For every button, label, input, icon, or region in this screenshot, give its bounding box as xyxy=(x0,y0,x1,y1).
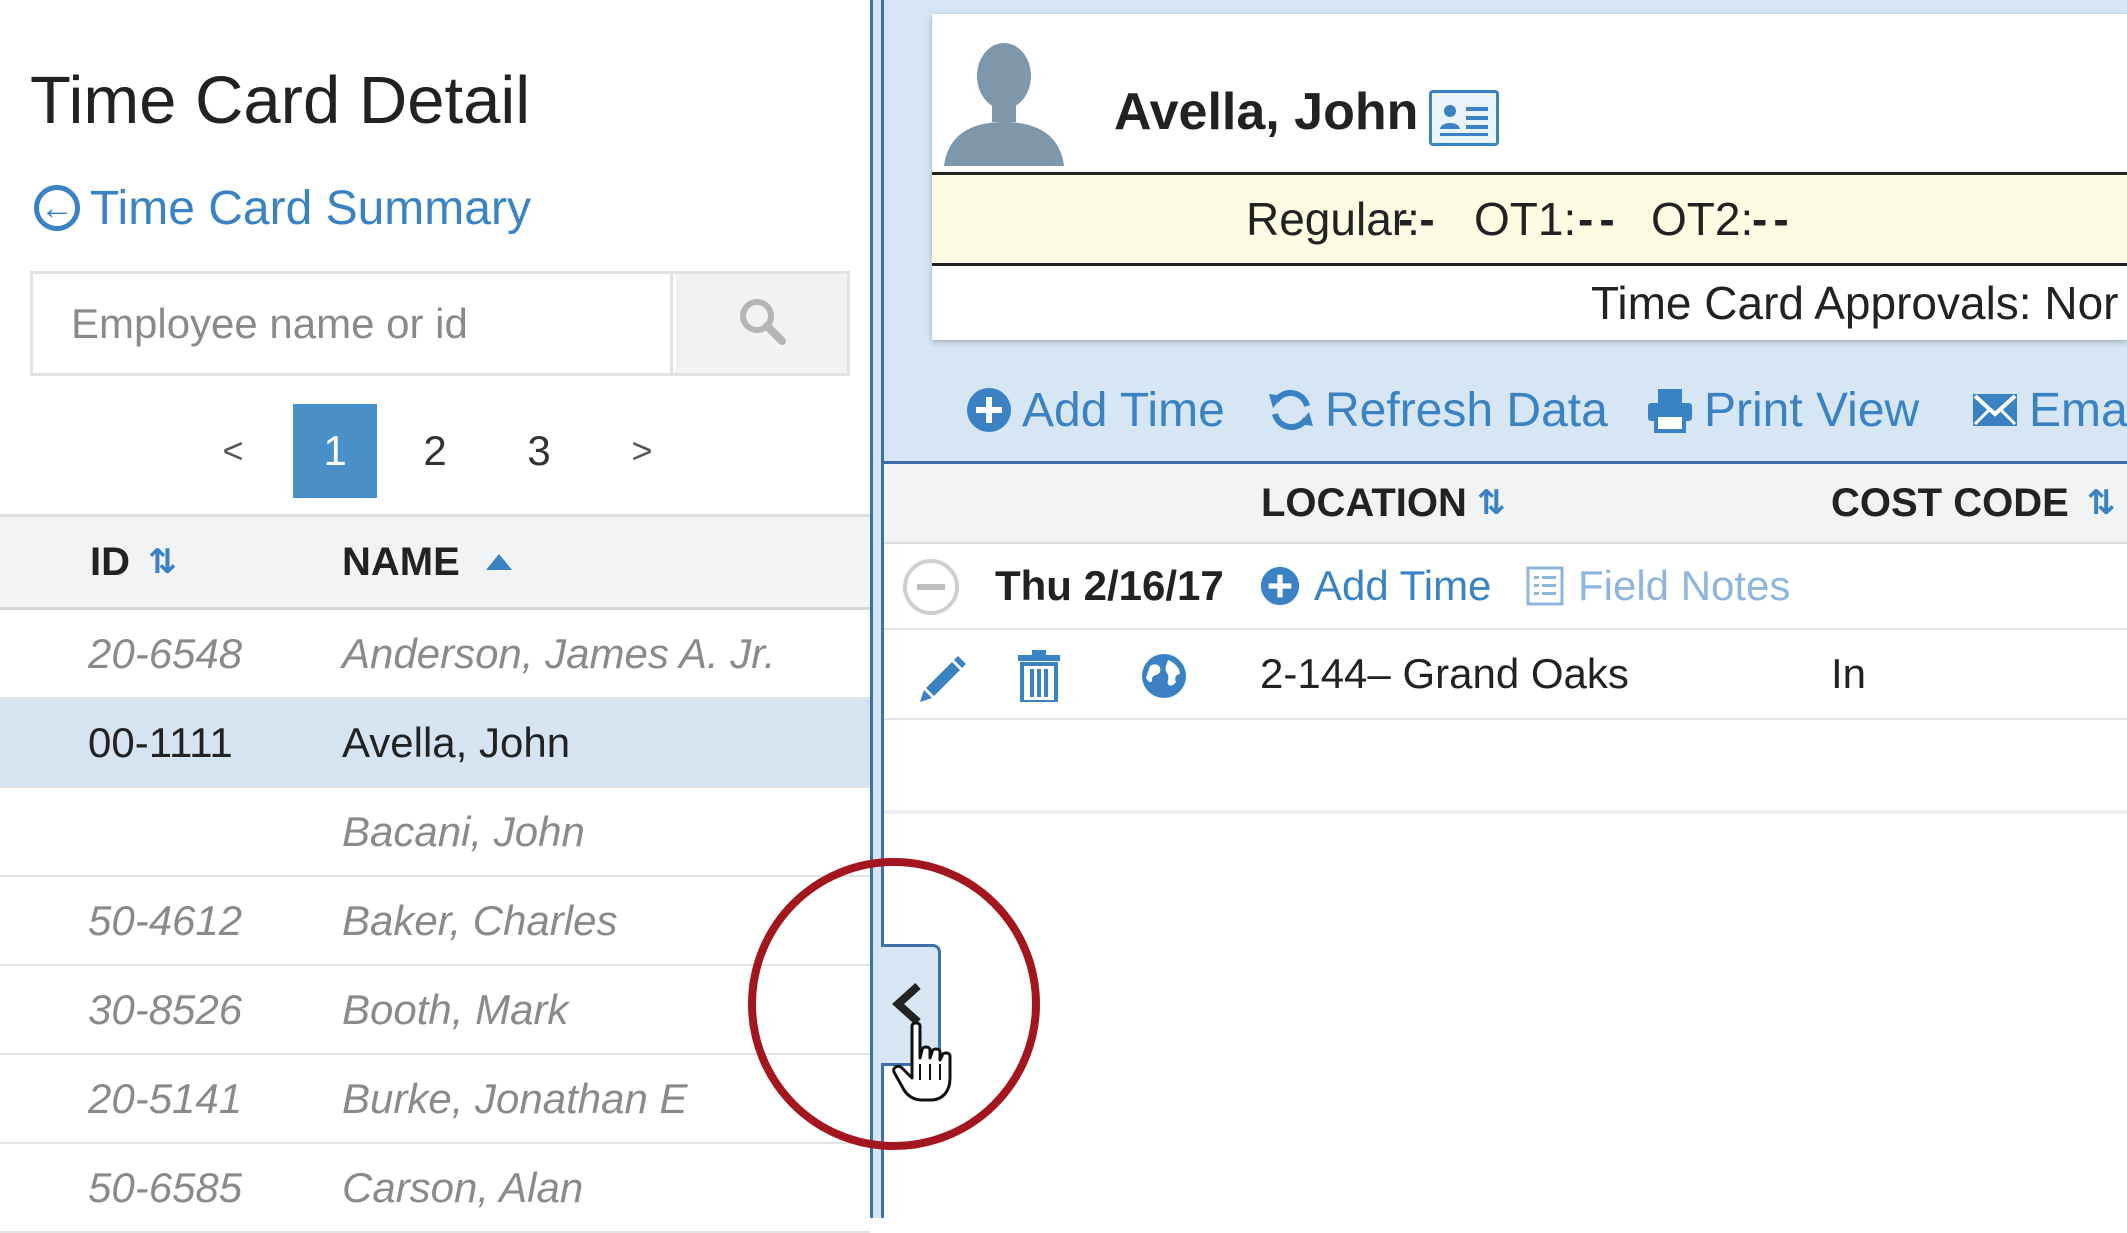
row-id: 50-4612 xyxy=(88,896,243,944)
ot1-value: -- xyxy=(1578,193,1621,245)
location-header-label: LOCATION xyxy=(1261,480,1467,525)
id-card-icon[interactable] xyxy=(1429,90,1499,146)
globe-icon[interactable] xyxy=(1140,652,1188,705)
print-view-label: Print View xyxy=(1704,383,1920,437)
day-group-row: Thu 2/16/17 Add Time Field Notes xyxy=(884,544,2127,630)
page-prev-button[interactable]: < xyxy=(191,404,275,498)
plus-circle-icon xyxy=(966,387,1012,433)
ot2-value: -- xyxy=(1752,193,1795,245)
empty-row xyxy=(884,720,2127,814)
name-column-header[interactable]: NAME xyxy=(342,517,514,607)
cost-code-column-header[interactable]: COST CODE ⇅ xyxy=(1831,464,2115,542)
collapse-icon[interactable] xyxy=(902,558,960,621)
search-icon xyxy=(736,295,788,352)
time-card-summary-link[interactable]: ← Time Card Summary xyxy=(34,178,531,238)
avatar-icon xyxy=(942,34,1067,166)
refresh-icon xyxy=(1267,386,1315,434)
employee-name: Avella, John xyxy=(1114,83,1419,141)
email-button[interactable]: Emai xyxy=(1971,370,2127,450)
table-row[interactable]: 50-6585 Carson, Alan xyxy=(0,1144,870,1233)
ot1-label: OT1: xyxy=(1474,193,1577,245)
time-card-toolbar: Add Time Refresh Data Print View Ema xyxy=(884,370,2127,450)
trash-icon[interactable] xyxy=(1016,650,1062,707)
row-name: Burke, Jonathan E xyxy=(342,1074,688,1122)
back-circle-icon: ← xyxy=(34,185,80,231)
cost-code-header-label: COST CODE xyxy=(1831,480,2069,525)
name-header-label: NAME xyxy=(342,539,460,584)
field-notes-button[interactable]: Field Notes xyxy=(1526,544,1790,628)
notes-icon xyxy=(1526,566,1564,606)
hours-summary-bar: Regular: -- OT1: -- OT2: -- xyxy=(932,172,2127,266)
search-button[interactable] xyxy=(676,274,847,373)
sort-icon: ⇅ xyxy=(148,543,177,581)
employee-table-body: 20-6548 Anderson, James A. Jr. 00-1111 A… xyxy=(0,610,870,1233)
regular-label: Regular: xyxy=(1246,193,1420,245)
add-time-button[interactable]: Add Time xyxy=(966,370,1225,450)
id-header-label: ID xyxy=(90,539,130,584)
add-time-label: Add Time xyxy=(1022,383,1225,437)
day-date: Thu 2/16/17 xyxy=(995,562,1224,609)
approvals-text: Time Card Approvals: Nor xyxy=(1591,277,2119,329)
employee-card: Avella, John Regular: -- OT1: -- OT2: --… xyxy=(932,14,2127,340)
refresh-data-label: Refresh Data xyxy=(1325,383,1608,437)
entry-location: 2-144– Grand Oaks xyxy=(1260,650,1629,697)
row-name: Avella, John xyxy=(342,718,571,766)
page-next-button[interactable]: > xyxy=(600,404,684,498)
day-add-time-button[interactable]: Add Time xyxy=(1260,544,1491,628)
page-title: Time Card Detail xyxy=(30,63,531,138)
envelope-icon xyxy=(1971,390,2019,430)
time-grid-header: LOCATION ⇅ COST CODE ⇅ xyxy=(884,464,2127,544)
page-1-button[interactable]: 1 xyxy=(293,404,377,498)
ot2-label: OT2: xyxy=(1651,193,1754,245)
employee-list-panel: Time Card Detail ← Time Card Summary < 1… xyxy=(0,0,870,1233)
row-id: 20-6548 xyxy=(88,629,243,677)
print-view-button[interactable]: Print View xyxy=(1646,370,1919,450)
table-row[interactable]: 30-8526 Booth, Mark xyxy=(0,966,870,1055)
field-notes-label: Field Notes xyxy=(1578,562,1791,609)
row-id: 20-5141 xyxy=(88,1074,243,1122)
pagination: < 1 2 3 > xyxy=(0,404,870,498)
entry-cost-code: In xyxy=(1831,650,1867,697)
employee-table-header: ID ⇅ NAME xyxy=(0,517,870,610)
row-id: 00-1111 xyxy=(88,718,233,766)
regular-value: -- xyxy=(1398,193,1441,245)
sort-icon: ⇅ xyxy=(1476,484,1506,522)
table-row[interactable]: 20-5141 Burke, Jonathan E xyxy=(0,1055,870,1144)
time-card-approvals: Time Card Approvals: Nor xyxy=(932,266,2127,340)
table-row[interactable]: 20-6548 Anderson, James A. Jr. xyxy=(0,610,870,699)
printer-icon xyxy=(1646,387,1694,433)
page-3-button[interactable]: 3 xyxy=(497,404,581,498)
location-column-header[interactable]: LOCATION ⇅ xyxy=(1261,464,1505,542)
hand-cursor-icon xyxy=(890,1020,958,1111)
time-card-panel: Avella, John Regular: -- OT1: -- OT2: --… xyxy=(884,0,2127,1218)
email-label: Emai xyxy=(2029,383,2127,437)
row-name: Anderson, James A. Jr. xyxy=(342,629,776,677)
sort-up-icon xyxy=(484,552,514,572)
row-name: Bacani, John xyxy=(342,807,585,855)
table-row[interactable]: Bacani, John xyxy=(0,788,870,877)
table-row-selected[interactable]: 00-1111 Avella, John xyxy=(0,699,870,788)
back-link-label: Time Card Summary xyxy=(90,181,531,235)
plus-circle-icon xyxy=(1260,566,1300,606)
time-entry-row: 2-144– Grand Oaks In xyxy=(884,630,2127,720)
employee-search xyxy=(30,271,850,376)
employee-search-input[interactable] xyxy=(33,274,673,373)
row-name: Baker, Charles xyxy=(342,896,618,944)
row-id: 30-8526 xyxy=(88,985,243,1033)
sort-icon: ⇅ xyxy=(2086,484,2116,522)
page-2-button[interactable]: 2 xyxy=(393,404,477,498)
row-name: Booth, Mark xyxy=(342,985,569,1033)
pencil-icon[interactable] xyxy=(916,652,968,709)
day-add-time-label: Add Time xyxy=(1314,562,1492,609)
id-column-header[interactable]: ID ⇅ xyxy=(90,517,177,607)
refresh-data-button[interactable]: Refresh Data xyxy=(1267,370,1608,450)
table-row[interactable]: 50-4612 Baker, Charles xyxy=(0,877,870,966)
